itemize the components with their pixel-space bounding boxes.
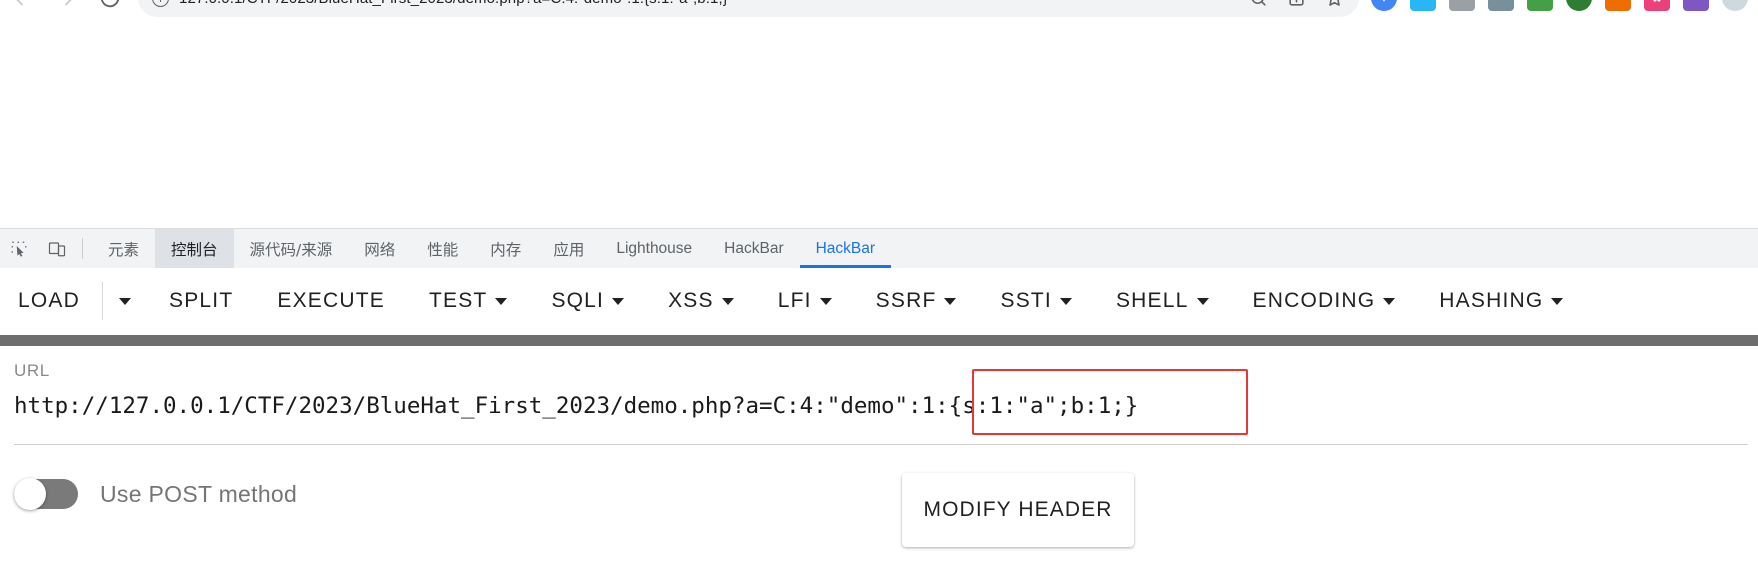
hackbar-ssti-menu[interactable]: SSTI bbox=[978, 289, 1093, 313]
hackbar-ssti-label: SSTI bbox=[1000, 289, 1052, 312]
hackbar-test-label: TEST bbox=[428, 289, 488, 312]
hackbar-ssrf-label: SSRF bbox=[875, 289, 937, 312]
extension-orange-icon[interactable] bbox=[1605, 0, 1631, 11]
search-icon[interactable] bbox=[1247, 0, 1269, 9]
hackbar-encoding-menu[interactable]: ENCODING bbox=[1231, 289, 1418, 313]
chevron-down-icon bbox=[1196, 297, 1209, 305]
extension-purple-icon[interactable] bbox=[1683, 0, 1709, 11]
url-input[interactable]: http://127.0.0.1/CTF/2023/BlueHat_First_… bbox=[14, 385, 1748, 445]
devtools-tab-network[interactable]: 网络 bbox=[348, 229, 411, 268]
devtools-tab-memory[interactable]: 内存 bbox=[474, 229, 537, 268]
device-toolbar-icon[interactable] bbox=[38, 229, 76, 268]
page-viewport bbox=[0, 22, 1758, 228]
hackbar-lfi-menu[interactable]: LFI bbox=[756, 289, 854, 313]
hackbar-ssrf-menu[interactable]: SSRF bbox=[854, 289, 979, 313]
chevron-down-icon bbox=[721, 297, 734, 305]
scrollbar-thumb[interactable] bbox=[0, 335, 1758, 346]
hackbar-xss-label: XSS bbox=[668, 289, 714, 312]
chevron-down-icon bbox=[495, 297, 508, 305]
address-bar[interactable]: 127.0.0.1/CTF/2023/BlueHat_First_2023/de… bbox=[138, 0, 1359, 17]
devtools-tab-bar: 元素 控制台 源代码/来源 网络 性能 内存 应用 Lighthouse Hac… bbox=[0, 228, 1758, 268]
hackbar-split-button[interactable]: SPLIT bbox=[147, 289, 255, 313]
hackbar-sqli-menu[interactable]: SQLI bbox=[529, 289, 646, 313]
extensions-area: ↓ ✖ bbox=[1371, 0, 1758, 11]
hackbar-sqli-label: SQLI bbox=[551, 289, 605, 312]
hackbar-hashing-menu[interactable]: HASHING bbox=[1417, 289, 1585, 313]
extension-slate-icon[interactable] bbox=[1488, 0, 1514, 11]
extension-cyan-icon[interactable] bbox=[1410, 0, 1436, 11]
url-input-value: http://127.0.0.1/CTF/2023/BlueHat_First_… bbox=[14, 393, 1139, 419]
bookmark-star-icon[interactable] bbox=[1323, 0, 1345, 9]
devtools-tab-hackbar-1[interactable]: HackBar bbox=[708, 229, 799, 268]
modify-header-button[interactable]: MODIFY HEADER bbox=[902, 473, 1134, 547]
devtools-tab-console[interactable]: 控制台 bbox=[155, 229, 234, 268]
horizontal-scrollbar[interactable] bbox=[0, 334, 1758, 347]
chevron-down-icon bbox=[1059, 297, 1072, 305]
hackbar-hashing-label: HASHING bbox=[1439, 289, 1544, 312]
hackbar-encoding-label: ENCODING bbox=[1252, 289, 1376, 312]
use-post-method-toggle[interactable] bbox=[14, 478, 78, 510]
hackbar-load-dropdown-button[interactable] bbox=[103, 297, 147, 305]
devtools-tab-performance[interactable]: 性能 bbox=[411, 229, 474, 268]
chevron-down-icon bbox=[944, 297, 957, 305]
hackbar-lfi-label: LFI bbox=[777, 289, 812, 312]
toolbar-divider bbox=[82, 238, 83, 259]
share-icon[interactable] bbox=[1285, 0, 1307, 9]
chevron-down-icon bbox=[1551, 297, 1564, 305]
extension-green-icon[interactable] bbox=[1527, 0, 1553, 11]
back-icon[interactable] bbox=[0, 0, 44, 20]
extension-blue-icon[interactable]: ↓ bbox=[1371, 0, 1397, 11]
extension-pink-icon[interactable]: ✖ bbox=[1644, 0, 1670, 11]
toggle-knob bbox=[14, 478, 46, 510]
use-post-method-toggle-group[interactable]: Use POST method bbox=[14, 478, 298, 510]
chevron-down-icon bbox=[1383, 297, 1396, 305]
chevron-down-icon bbox=[612, 297, 625, 305]
devtools-tab-application[interactable]: 应用 bbox=[537, 229, 600, 268]
hackbar-shell-menu[interactable]: SHELL bbox=[1094, 289, 1231, 313]
url-panel: URL http://127.0.0.1/CTF/2023/BlueHat_Fi… bbox=[0, 347, 1758, 457]
hackbar-load-button[interactable]: LOAD bbox=[0, 289, 102, 313]
inspect-element-icon[interactable] bbox=[0, 229, 38, 268]
hackbar-xss-menu[interactable]: XSS bbox=[646, 289, 756, 313]
devtools-tab-hackbar-2[interactable]: HackBar bbox=[799, 229, 892, 268]
avatar[interactable] bbox=[1722, 0, 1748, 11]
chevron-down-icon bbox=[119, 297, 131, 305]
hackbar-test-menu[interactable]: TEST bbox=[407, 289, 529, 313]
browser-toolbar: 127.0.0.1/CTF/2023/BlueHat_First_2023/de… bbox=[0, 0, 1758, 22]
devtools-tab-lighthouse[interactable]: Lighthouse bbox=[600, 229, 708, 268]
hackbar-options-row: Use POST method MODIFY HEADER bbox=[0, 457, 1758, 570]
forward-icon[interactable] bbox=[44, 0, 88, 20]
address-bar-url: 127.0.0.1/CTF/2023/BlueHat_First_2023/de… bbox=[179, 0, 728, 7]
reload-icon[interactable] bbox=[88, 0, 132, 20]
extension-green-circle-icon[interactable] bbox=[1566, 0, 1592, 11]
devtools-tab-elements[interactable]: 元素 bbox=[92, 229, 155, 268]
use-post-method-label: Use POST method bbox=[100, 480, 298, 507]
extension-gray-icon[interactable] bbox=[1449, 0, 1475, 11]
hackbar-toolbar: LOAD SPLIT EXECUTE TEST SQLI XSS LFI SSR… bbox=[0, 268, 1758, 334]
url-field-label: URL bbox=[14, 361, 50, 380]
hackbar-execute-button[interactable]: EXECUTE bbox=[255, 289, 407, 313]
hackbar-shell-label: SHELL bbox=[1115, 289, 1189, 312]
site-info-icon[interactable] bbox=[152, 0, 169, 7]
devtools-tab-sources[interactable]: 源代码/来源 bbox=[234, 229, 349, 268]
chevron-down-icon bbox=[819, 297, 832, 305]
